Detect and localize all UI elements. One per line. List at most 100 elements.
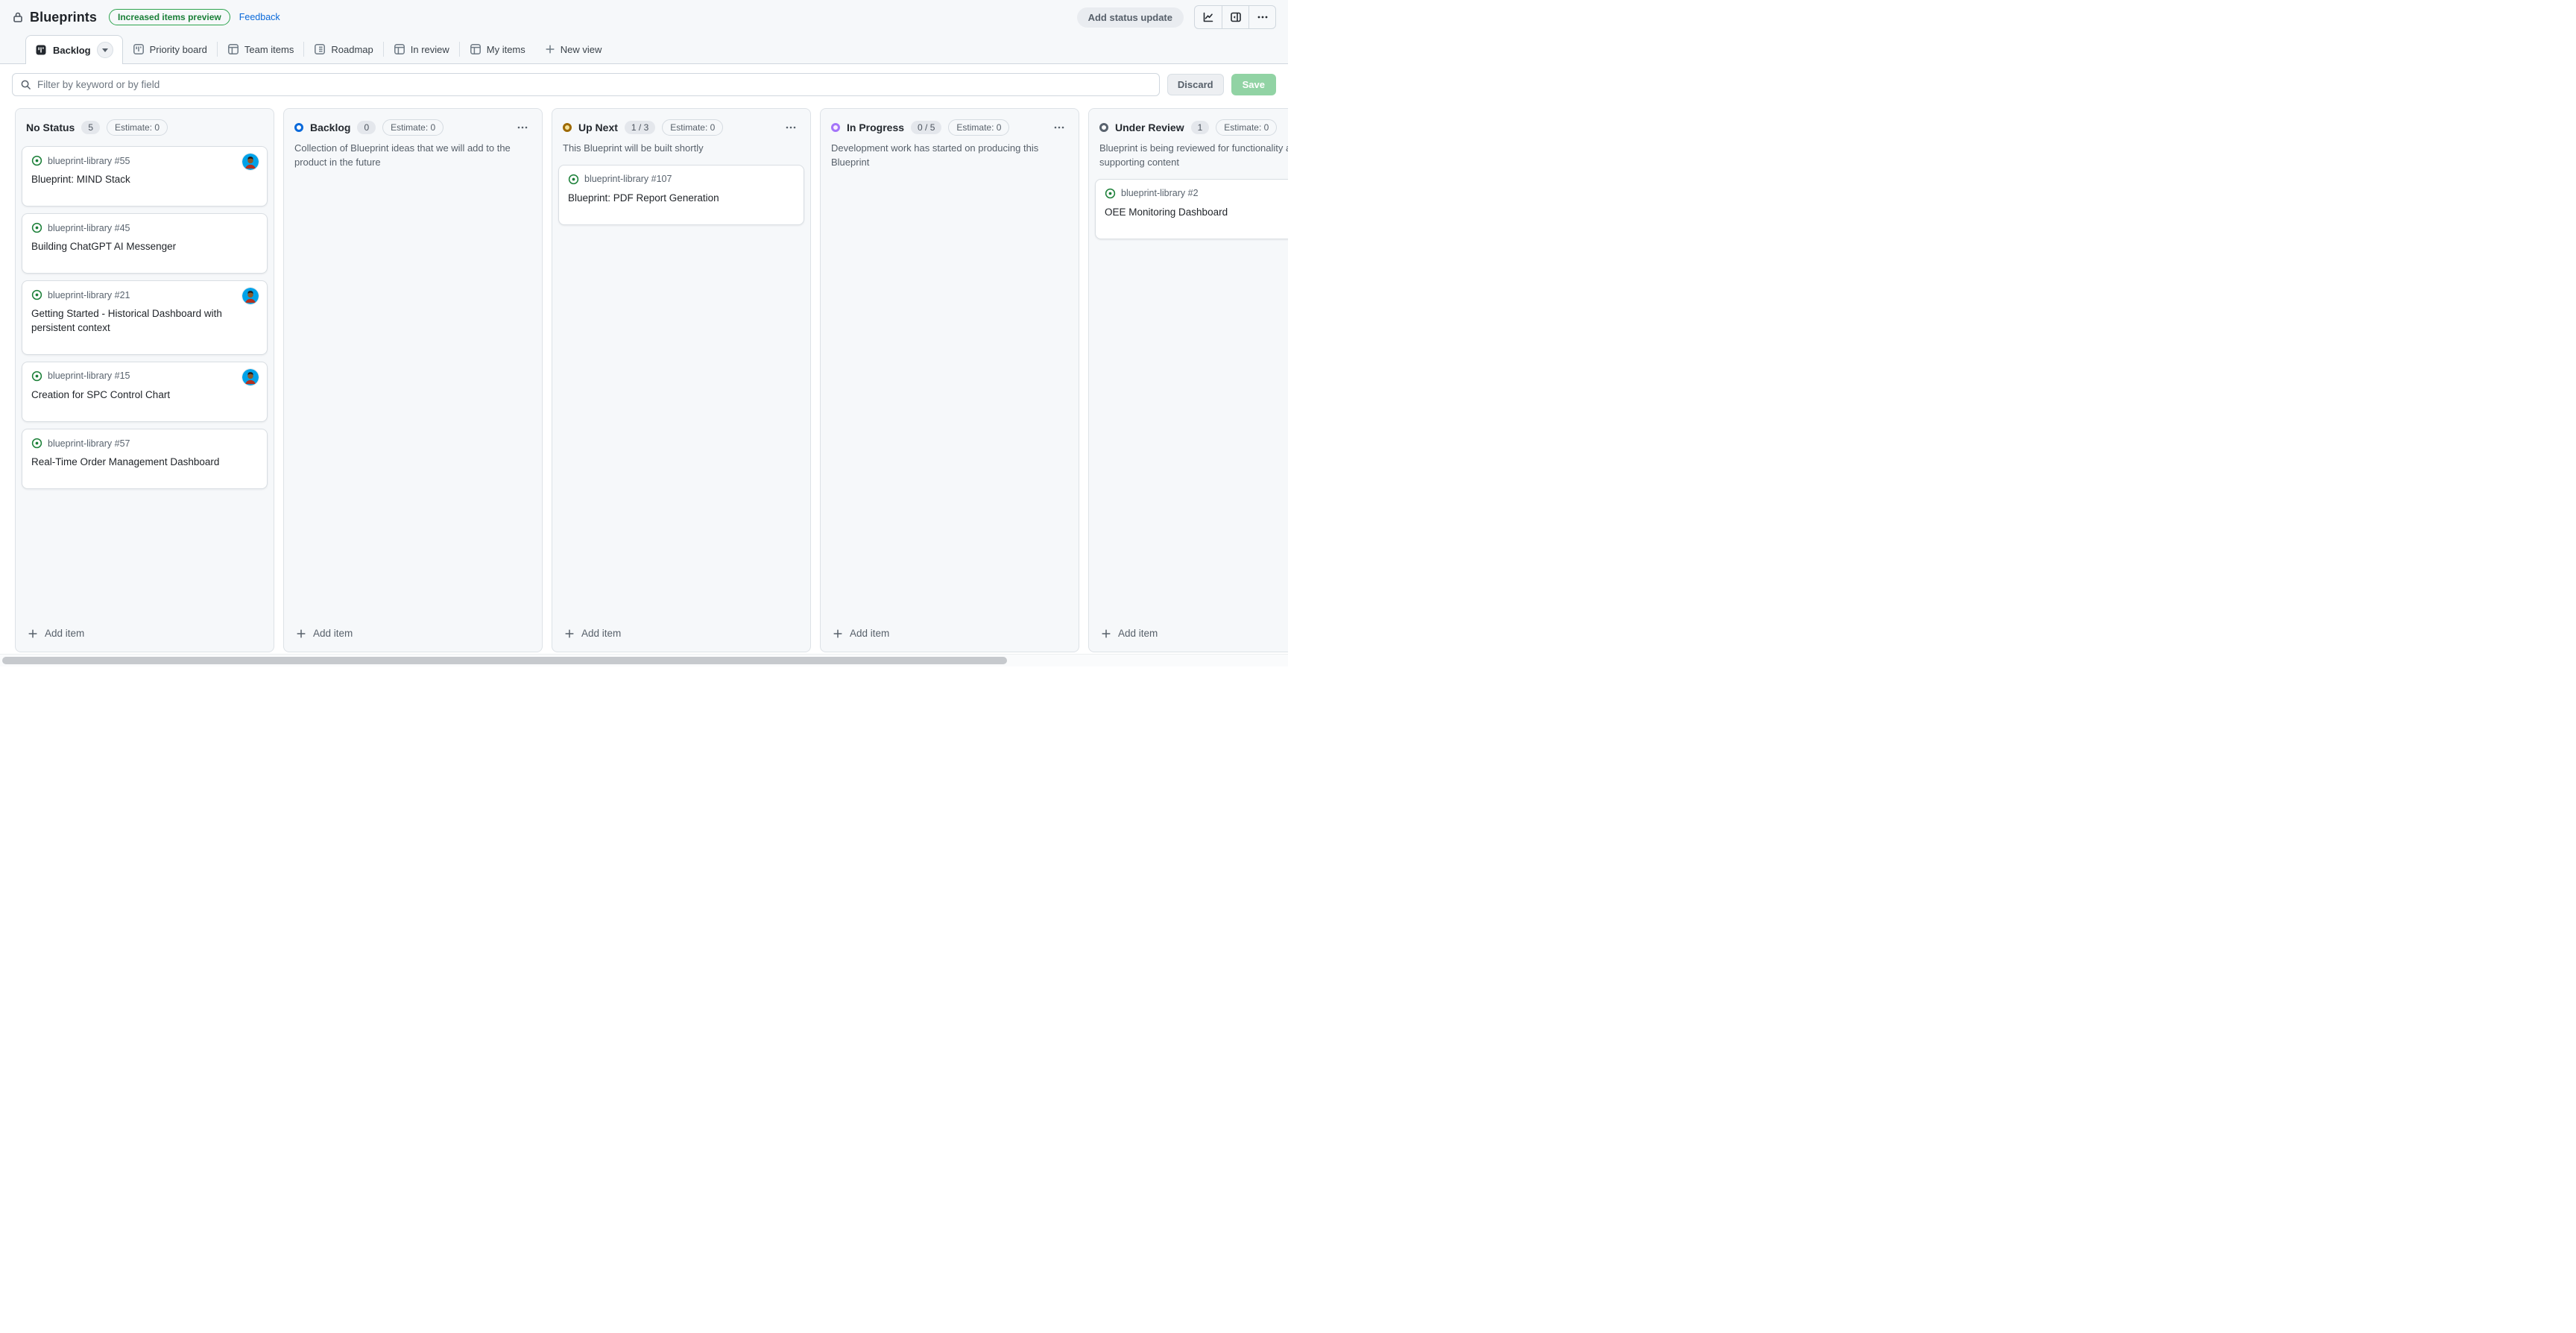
- column-count: 1: [1191, 121, 1210, 134]
- tab-backlog[interactable]: Backlog: [25, 35, 123, 64]
- card[interactable]: blueprint-library #57 Real-Time Order Ma…: [22, 429, 268, 489]
- project-icon: [133, 43, 145, 55]
- estimate-badge: Estimate: 0: [1216, 119, 1277, 136]
- column-footer: Add item: [552, 618, 810, 652]
- filter-input[interactable]: [37, 79, 1152, 90]
- tab-options-button[interactable]: [97, 42, 113, 58]
- save-button[interactable]: Save: [1231, 74, 1276, 95]
- view-tabs: Backlog Priority board Team items: [12, 34, 1276, 63]
- kebab-icon: [1053, 122, 1065, 133]
- side-panel-button[interactable]: [1222, 6, 1248, 28]
- card-title: OEE Monitoring Dashboard: [1105, 206, 1288, 219]
- card-list: blueprint-library #55 Blueprint: MIND St…: [16, 142, 274, 618]
- card[interactable]: blueprint-library #15 Creation for SPC C…: [22, 362, 268, 422]
- column-name: Up Next: [578, 122, 618, 133]
- chevron-down-icon: [102, 48, 108, 52]
- column-under-review: Under Review 1 Estimate: 0 Blueprint is …: [1088, 108, 1288, 652]
- tab-team-items[interactable]: Team items: [218, 35, 303, 63]
- table-icon: [470, 43, 482, 55]
- card-meta: blueprint-library #2: [1105, 188, 1288, 199]
- plus-icon: [833, 628, 843, 639]
- column-footer: Add item: [16, 618, 274, 652]
- issue-open-icon: [31, 438, 42, 449]
- card-title: Blueprint: MIND Stack: [31, 173, 258, 186]
- add-item-button[interactable]: Add item: [827, 623, 1073, 644]
- tab-roadmap[interactable]: Roadmap: [304, 35, 382, 63]
- feedback-link[interactable]: Feedback: [239, 12, 280, 22]
- card-title: Blueprint: PDF Report Generation: [568, 192, 795, 205]
- add-item-label: Add item: [1118, 628, 1158, 639]
- new-view-button[interactable]: New view: [535, 35, 612, 63]
- card-meta: blueprint-library #55: [31, 155, 258, 166]
- tab-label: New view: [561, 44, 602, 55]
- card-title: Building ChatGPT AI Messenger: [31, 240, 258, 253]
- discard-button[interactable]: Discard: [1167, 74, 1224, 95]
- column-count: 5: [81, 121, 100, 134]
- card-meta: blueprint-library #107: [568, 174, 795, 185]
- add-item-label: Add item: [313, 628, 353, 639]
- column-menu-button[interactable]: [1050, 120, 1068, 135]
- avatar: [242, 288, 259, 304]
- card-meta: blueprint-library #15: [31, 371, 258, 382]
- status-dot-backlog: [294, 123, 303, 132]
- card[interactable]: blueprint-library #107 Blueprint: PDF Re…: [558, 165, 804, 225]
- line-chart-icon: [1202, 11, 1214, 23]
- card-list: blueprint-library #2 OEE Monitoring Dash…: [1089, 174, 1288, 618]
- add-status-update-button[interactable]: Add status update: [1077, 7, 1184, 28]
- card[interactable]: blueprint-library #2 OEE Monitoring Dash…: [1095, 179, 1288, 239]
- horizontal-scrollbar-thumb[interactable]: [2, 657, 1007, 664]
- issue-open-icon: [31, 289, 42, 300]
- column-description: Development work has started on producin…: [821, 142, 1079, 174]
- estimate-badge: Estimate: 0: [107, 119, 168, 136]
- status-dot-under-review: [1099, 123, 1108, 132]
- project-menu-button[interactable]: [1248, 6, 1275, 28]
- card-list: [284, 174, 542, 618]
- tab-label: Priority board: [150, 44, 207, 55]
- add-item-button[interactable]: Add item: [558, 623, 804, 644]
- issue-open-icon: [31, 371, 42, 382]
- add-item-button[interactable]: Add item: [22, 623, 268, 644]
- rows-icon: [314, 43, 326, 55]
- add-item-button[interactable]: Add item: [1095, 623, 1288, 644]
- tab-my-items[interactable]: My items: [460, 35, 535, 63]
- card-title: Real-Time Order Management Dashboard: [31, 456, 258, 469]
- search-icon: [20, 79, 31, 90]
- column-description: This Blueprint will be built shortly: [552, 142, 810, 160]
- board: No Status 5 Estimate: 0 blueprint-librar…: [0, 104, 1288, 652]
- column-menu-button[interactable]: [782, 120, 800, 135]
- project-icon: [35, 44, 47, 56]
- column-backlog: Backlog 0 Estimate: 0 Collection of Blue…: [283, 108, 543, 652]
- plus-icon: [1101, 628, 1111, 639]
- insights-button[interactable]: [1195, 6, 1222, 28]
- column-count: 0 / 5: [911, 121, 941, 134]
- card[interactable]: blueprint-library #55 Blueprint: MIND St…: [22, 146, 268, 207]
- card[interactable]: blueprint-library #21 Getting Started - …: [22, 280, 268, 354]
- column-up-next: Up Next 1 / 3 Estimate: 0 This Blueprint…: [552, 108, 811, 652]
- column-header: Up Next 1 / 3 Estimate: 0: [552, 109, 810, 142]
- table-icon: [394, 43, 405, 55]
- tab-priority-board[interactable]: Priority board: [123, 35, 217, 63]
- tab-label: Backlog: [53, 45, 91, 56]
- kebab-icon: [785, 122, 797, 133]
- issue-open-icon: [31, 155, 42, 166]
- add-item-button[interactable]: Add item: [290, 623, 536, 644]
- card[interactable]: blueprint-library #45 Building ChatGPT A…: [22, 213, 268, 274]
- top-chrome: Blueprints Increased items preview Feedb…: [0, 0, 1288, 64]
- table-icon: [227, 43, 239, 55]
- column-header: In Progress 0 / 5 Estimate: 0: [821, 109, 1079, 142]
- column-name: Under Review: [1115, 122, 1184, 133]
- card-meta: blueprint-library #45: [31, 222, 258, 233]
- lock-icon: [12, 11, 24, 23]
- kebab-icon: [517, 122, 528, 133]
- column-menu-button[interactable]: [514, 120, 531, 135]
- status-dot-up-next: [563, 123, 572, 132]
- card-repo: blueprint-library #15: [48, 371, 130, 381]
- tab-in-review[interactable]: In review: [384, 35, 459, 63]
- tab-label: Roadmap: [331, 44, 373, 55]
- issue-open-icon: [568, 174, 579, 185]
- view-toolbar: [1194, 5, 1276, 29]
- column-header: Backlog 0 Estimate: 0: [284, 109, 542, 142]
- sidebar-icon: [1230, 11, 1242, 23]
- tab-label: Team items: [244, 44, 294, 55]
- plus-icon: [28, 628, 38, 639]
